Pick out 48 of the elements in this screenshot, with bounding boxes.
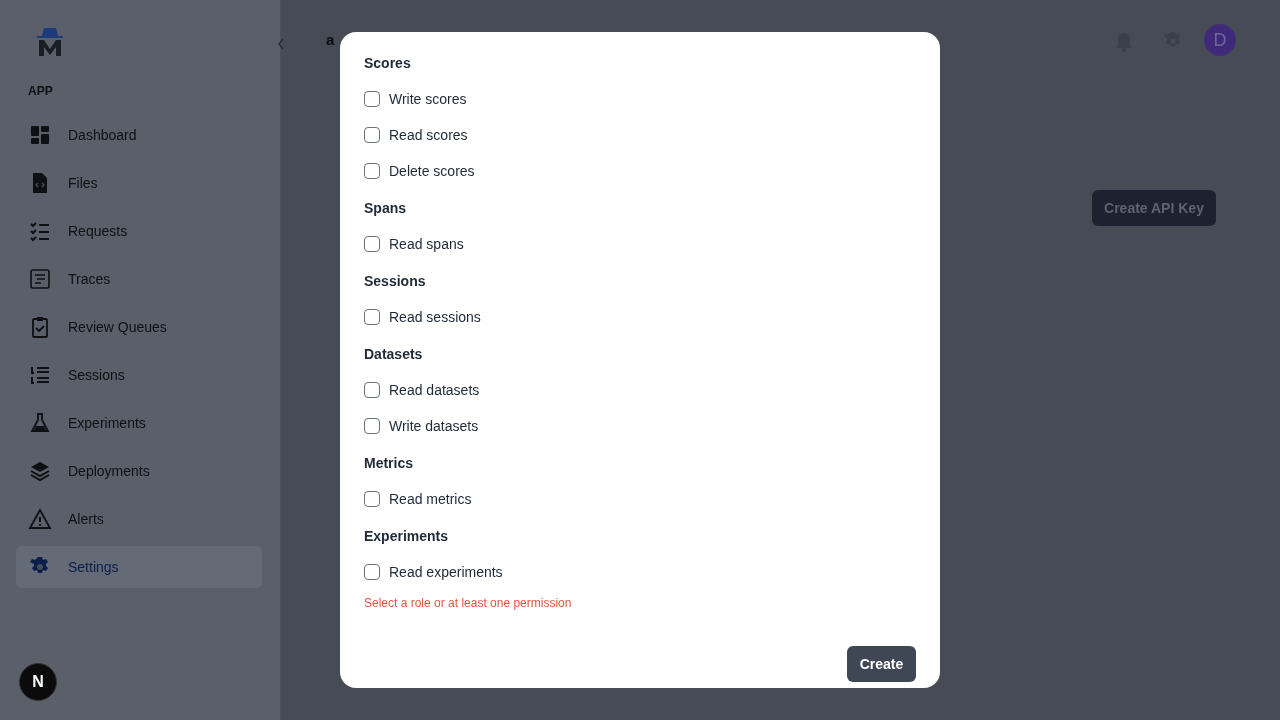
group-heading: Spans bbox=[364, 198, 407, 218]
section-label: APP bbox=[28, 84, 53, 98]
create-button[interactable]: Create bbox=[847, 646, 916, 682]
sidebar-item[interactable]: Files bbox=[16, 162, 262, 204]
group-heading: Scores bbox=[364, 53, 412, 73]
group-heading: Datasets bbox=[364, 344, 424, 364]
checkbox-label: Read spans bbox=[389, 236, 464, 252]
flask-icon bbox=[28, 411, 52, 435]
checkbox[interactable] bbox=[364, 91, 380, 107]
alert-icon bbox=[28, 507, 52, 531]
checkbox[interactable] bbox=[364, 163, 380, 179]
sidebar-item[interactable]: Sessions bbox=[16, 354, 262, 396]
group-heading: Experiments bbox=[364, 526, 450, 546]
checkbox-label: Read datasets bbox=[389, 382, 480, 398]
dev-badge[interactable]: N bbox=[19, 663, 57, 701]
sidebar-item[interactable]: Review Queues bbox=[16, 306, 262, 348]
checkbox[interactable] bbox=[364, 236, 380, 252]
checkbox-label: Read sessions bbox=[389, 309, 481, 325]
checklist-icon bbox=[28, 219, 52, 243]
dashboard-icon bbox=[28, 123, 52, 147]
checkbox-label: Read experiments bbox=[389, 564, 503, 580]
sidebar-item[interactable]: Requests bbox=[16, 210, 262, 252]
layers-icon bbox=[28, 459, 52, 483]
hat-logo-icon bbox=[36, 26, 64, 58]
checkbox-label: Read metrics bbox=[389, 491, 472, 507]
create-api-key-button[interactable]: Create API Key bbox=[1092, 190, 1216, 226]
checkbox-label: Write datasets bbox=[389, 418, 479, 434]
sidebar-item[interactable]: Alerts bbox=[16, 498, 262, 540]
avatar[interactable]: D bbox=[1204, 24, 1236, 56]
breadcrumb: a bbox=[326, 31, 335, 48]
group-heading: Sessions bbox=[364, 271, 427, 291]
checkbox-label: Write scores bbox=[389, 91, 467, 107]
error-message: Select a role or at least one permission bbox=[364, 596, 573, 610]
sidebar-item[interactable]: Settings bbox=[16, 546, 262, 588]
sidebar-item[interactable]: Deployments bbox=[16, 450, 262, 492]
checkbox[interactable] bbox=[364, 127, 380, 143]
sidebar-item[interactable]: Dashboard bbox=[16, 114, 262, 156]
checkbox[interactable] bbox=[364, 564, 380, 580]
checkbox[interactable] bbox=[364, 382, 380, 398]
checkbox[interactable] bbox=[364, 418, 380, 434]
checkbox[interactable] bbox=[364, 309, 380, 325]
traces-icon bbox=[28, 267, 52, 291]
sidebar-item[interactable]: Traces bbox=[16, 258, 262, 300]
checkbox[interactable] bbox=[364, 491, 380, 507]
sidebar-item[interactable]: Experiments bbox=[16, 402, 262, 444]
checkbox-label: Delete scores bbox=[389, 163, 475, 179]
checkbox-label: Read scores bbox=[389, 127, 468, 143]
group-heading: Metrics bbox=[364, 453, 415, 473]
